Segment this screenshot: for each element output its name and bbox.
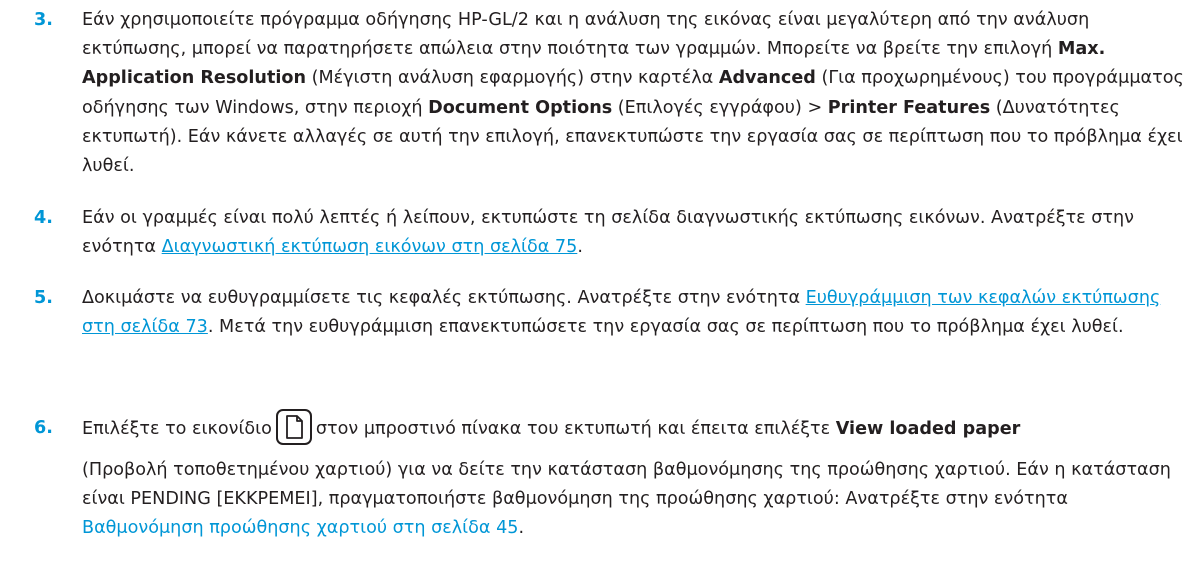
text-run: Επιλέξτε το εικονίδιο xyxy=(82,419,272,439)
item-text: Εάν οι γραμμές είναι πολύ λεπτές ή λείπο… xyxy=(82,204,1184,262)
bold-term: View loaded paper xyxy=(835,419,1021,439)
text-run: . Μετά την ευθυγράμμιση επανεκτυπώσετε τ… xyxy=(207,317,1124,338)
text-run: . xyxy=(518,518,525,539)
cross-reference-link[interactable]: Διαγνωστική εκτύπωση εικόνων στη σελίδα … xyxy=(162,237,578,257)
text-run: στον μπροστινό πίνακα του εκτυπωτή και έ… xyxy=(315,419,836,439)
text-run: (Μέγιστη ανάλυση εφαρμογής) στην καρτέλα xyxy=(306,68,719,89)
paper-icon xyxy=(275,409,312,445)
text-run: Δοκιμάστε να ευθυγραμμίσετε τις κεφαλές … xyxy=(82,288,806,308)
item-first-line: Επιλέξτε το εικονίδιο στον μπροστινό πίνα… xyxy=(82,408,1184,450)
item-number: 5. xyxy=(34,288,53,308)
item-number: 6. xyxy=(34,418,53,438)
text-run: Εάν χρησιμοποιείτε πρόγραμμα οδήγησης HP… xyxy=(82,10,1090,60)
cross-reference-link[interactable]: Βαθμονόμηση προώθησης χαρτιού στη σελίδα… xyxy=(82,518,518,538)
text-run: (Επιλογές εγγράφου) > xyxy=(612,97,828,118)
item-text: Επιλέξτε το εικονίδιο στον μπροστινό πίνα… xyxy=(82,408,1184,544)
text-run: . xyxy=(577,237,583,258)
bold-term: Advanced xyxy=(718,68,816,89)
bold-term: Printer Features xyxy=(827,97,991,118)
item-rest: (Προβολή τοποθετημένου χαρτιού) για να δ… xyxy=(82,456,1184,544)
item-text: Δοκιμάστε να ευθυγραμμίσετε τις κεφαλές … xyxy=(82,284,1184,342)
item-number: 4. xyxy=(34,208,53,228)
item-number: 3. xyxy=(34,10,53,30)
bold-term: Document Options xyxy=(428,97,613,118)
text-run: (Προβολή τοποθετημένου χαρτιού) για να δ… xyxy=(82,460,1171,510)
item-text: Εάν χρησιμοποιείτε πρόγραμμα οδήγησης HP… xyxy=(82,6,1184,181)
